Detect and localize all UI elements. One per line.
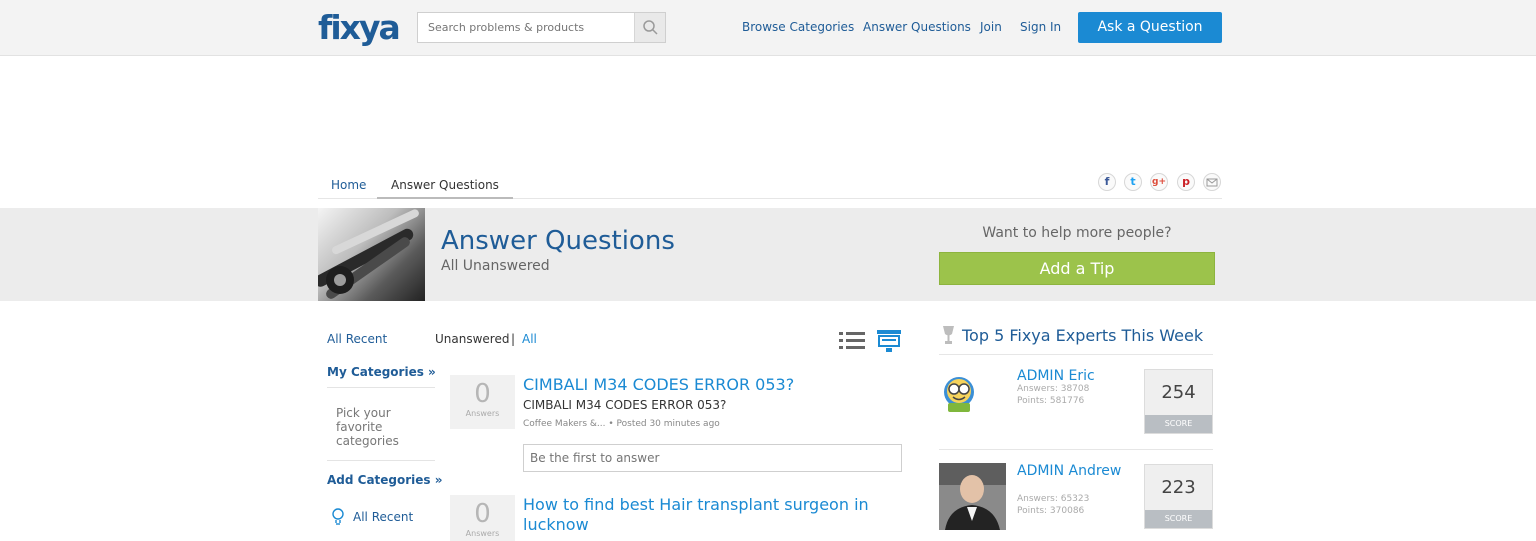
help-prompt: Want to help more people? xyxy=(982,225,1172,241)
search-input[interactable] xyxy=(418,13,636,42)
page-title: Answer Questions xyxy=(441,226,675,256)
tools-image xyxy=(318,208,425,301)
answer-count-box: 0 Answers xyxy=(450,495,515,541)
question-meta: Coffee Makers &... • Posted 30 minutes a… xyxy=(523,419,720,429)
expert-score-box: 223 SCORE xyxy=(1144,464,1213,529)
answer-count-box: 0 Answers xyxy=(450,375,515,429)
answer-count-label: Answers xyxy=(465,529,500,538)
breadcrumb-home[interactable]: Home xyxy=(331,178,366,192)
search-icon xyxy=(643,20,658,35)
expert-score-box: 254 SCORE xyxy=(1144,369,1213,434)
answer-input[interactable] xyxy=(523,444,902,472)
divider xyxy=(327,460,435,461)
question-body: CIMBALI M34 CODES ERROR 053? xyxy=(523,398,727,412)
nav-answer-questions[interactable]: Answer Questions xyxy=(863,20,971,34)
ask-question-button[interactable]: Ask a Question xyxy=(1078,12,1222,43)
add-tip-button[interactable]: Add a Tip xyxy=(939,252,1215,285)
sidebar-my-categories[interactable]: My Categories » xyxy=(327,365,436,379)
lightbulb-icon xyxy=(332,508,344,525)
expert-name[interactable]: ADMIN Eric xyxy=(1017,369,1127,384)
divider xyxy=(939,449,1213,450)
sidebar-pick-text: Pick your favorite categories xyxy=(336,406,399,448)
expert-answers: Answers: 65323 xyxy=(1017,494,1090,504)
divider xyxy=(327,387,435,388)
top-bar: fixya Browse Categories Answer Questions… xyxy=(0,0,1536,56)
expert-points: Points: 581776 xyxy=(1017,396,1085,406)
expert-score: 223 xyxy=(1161,477,1196,498)
trophy-icon xyxy=(943,326,954,344)
filter-all[interactable]: All xyxy=(522,332,537,346)
sidebar-all-recent-2[interactable]: All Recent xyxy=(353,510,413,524)
page-header-band xyxy=(0,208,1536,301)
answer-count-label: Answers xyxy=(465,409,500,418)
expert-avatar[interactable] xyxy=(939,463,1006,530)
expert-avatar[interactable] xyxy=(939,365,1006,432)
page-subtitle: All Unanswered xyxy=(441,258,550,274)
sidebar-all-recent[interactable]: All Recent xyxy=(327,332,387,346)
expert-name[interactable]: ADMIN Andrew xyxy=(1017,464,1127,479)
filter-unanswered[interactable]: Unanswered xyxy=(435,332,509,346)
search-button[interactable] xyxy=(634,13,665,42)
facebook-icon[interactable]: f xyxy=(1098,173,1116,191)
pinterest-icon[interactable]: p xyxy=(1177,173,1195,191)
expert-answers: Answers: 38708 xyxy=(1017,384,1090,394)
question-title[interactable]: CIMBALI M34 CODES ERROR 053? xyxy=(523,375,794,395)
twitter-icon[interactable]: t xyxy=(1124,173,1142,191)
nav-browse-categories[interactable]: Browse Categories xyxy=(742,20,854,34)
search-box xyxy=(417,12,666,43)
expert-score-label: SCORE xyxy=(1145,510,1212,528)
sidebar-add-categories[interactable]: Add Categories » xyxy=(327,473,443,487)
filter-separator: | xyxy=(511,332,516,346)
email-icon[interactable] xyxy=(1203,173,1221,191)
question-title[interactable]: How to find best Hair transplant surgeon… xyxy=(523,495,903,535)
answer-count: 0 xyxy=(474,499,491,529)
answer-count: 0 xyxy=(474,379,491,409)
google-plus-icon[interactable]: g+ xyxy=(1150,173,1168,191)
card-view-icon[interactable] xyxy=(876,329,902,353)
nav-sign-in[interactable]: Sign In xyxy=(1020,20,1061,34)
list-view-icon[interactable] xyxy=(839,330,865,352)
top-experts-heading: Top 5 Fixya Experts This Week xyxy=(962,326,1204,345)
expert-score: 254 xyxy=(1161,382,1196,403)
expert-points: Points: 370086 xyxy=(1017,506,1085,516)
fixya-logo[interactable]: fixya xyxy=(318,8,401,48)
divider xyxy=(939,354,1213,355)
breadcrumb-current[interactable]: Answer Questions xyxy=(377,171,513,199)
expert-score-label: SCORE xyxy=(1145,415,1212,433)
breadcrumb: Home Answer Questions xyxy=(318,171,1222,199)
nav-join[interactable]: Join xyxy=(980,20,1002,34)
